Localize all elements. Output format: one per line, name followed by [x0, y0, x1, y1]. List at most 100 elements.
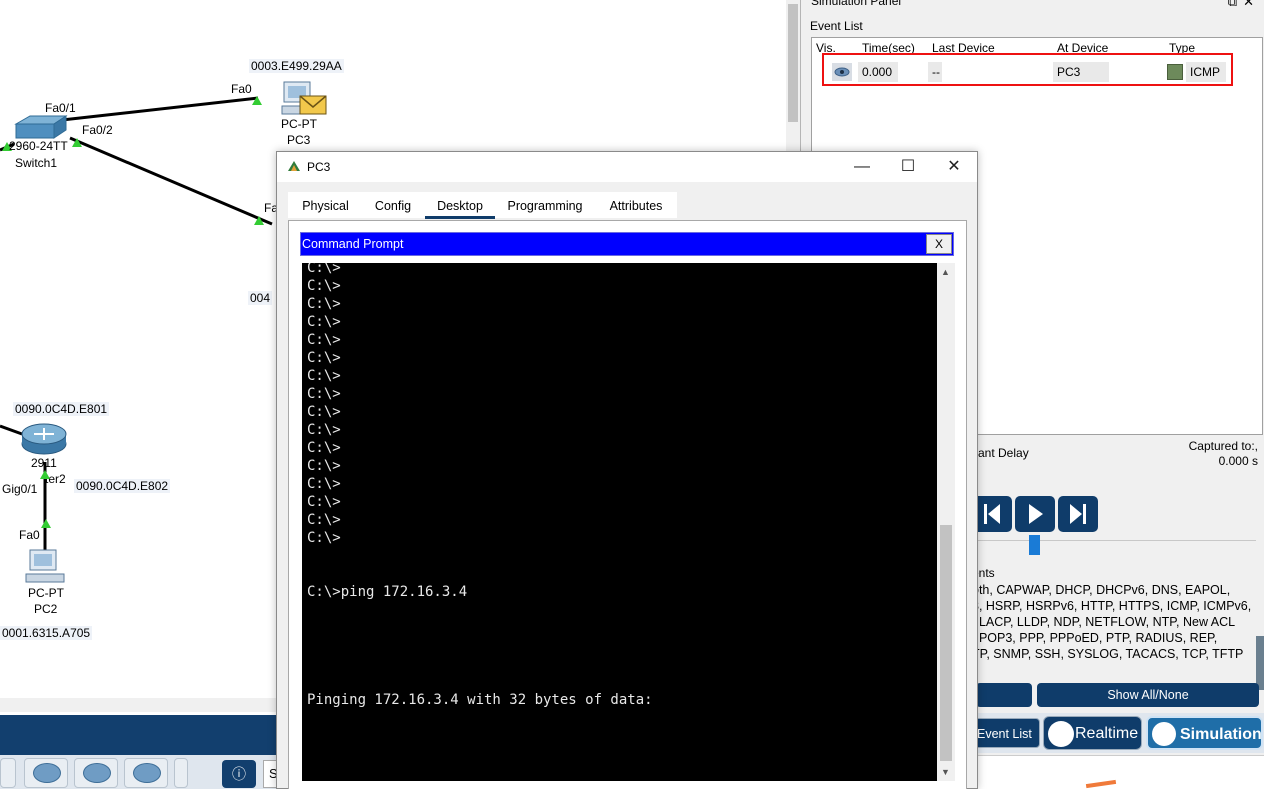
prompt-line: C:\>	[307, 440, 341, 456]
playback-speed-slider[interactable]	[976, 540, 1256, 550]
play-icon	[1029, 504, 1043, 524]
captured-to-value: 0.000 s	[1218, 454, 1258, 468]
edit-filters-button[interactable]	[976, 683, 1032, 707]
ping-output-line: Pinging 172.16.3.4 with 32 bytes of data…	[307, 692, 653, 708]
prompt-line: C:\>	[307, 476, 341, 492]
simulation-icon	[1152, 722, 1176, 746]
router-device-button[interactable]	[24, 758, 68, 788]
link-status-dot	[40, 470, 50, 479]
desktop-tab-content: Command Prompt X C:\> C:\> C:\> C:\> C:\> C:\…	[288, 220, 967, 789]
filter-protocol-list: TP, SNMP, SSH, SYSLOG, TACACS, TCP, TFTP	[972, 647, 1244, 661]
pc3-port-label: Fa0	[231, 82, 252, 96]
prompt-line: C:\>	[307, 422, 341, 438]
close-icon[interactable]: ✕	[1243, 0, 1260, 9]
user-created-pdu-area	[975, 755, 1264, 789]
packet-tracer-app: Fa0/1 Fa0/2 2960-24TT Switch1 0003.E499.…	[0, 0, 1264, 789]
prompt-line: C:\>	[307, 314, 341, 330]
command-prompt-close-button[interactable]: X	[926, 234, 952, 254]
panel-window-controls[interactable]: ⧉✕	[1228, 0, 1260, 10]
router-port-label: Gig0/1	[2, 482, 38, 496]
filter-scrollbar[interactable]	[1256, 636, 1264, 690]
pc3-device-window: PC3 — ☐ ✕ Physical Config Desktop Progra…	[276, 151, 978, 789]
clock-icon	[1048, 721, 1074, 747]
prompt-line: C:\>	[307, 332, 341, 348]
maximize-icon[interactable]: ☐	[885, 154, 931, 180]
pc3-type-label: PC-PT	[281, 117, 317, 131]
simulation-label: Simulation	[1180, 726, 1262, 743]
router-mac-label: 0090.0C4D.E801	[13, 402, 110, 416]
ping-command-line: C:\>ping 172.16.3.4	[307, 584, 468, 600]
switch-icon[interactable]	[12, 114, 68, 142]
captured-to-label: Captured to:, 0.000 s	[1189, 439, 1258, 469]
prompt-line: C:\>	[307, 263, 341, 276]
back-button[interactable]	[972, 496, 1012, 532]
link-status-dot	[72, 138, 82, 147]
router-device-button[interactable]	[0, 758, 16, 788]
console-output: C:\> C:\> C:\> C:\> C:\> C:\> C:\> C:\> C:\> C:\>…	[307, 263, 653, 745]
pc2-type-label: PC-PT	[28, 586, 64, 600]
scrollbar-thumb[interactable]	[940, 525, 952, 761]
minimize-icon[interactable]: —	[839, 154, 885, 180]
tab-desktop[interactable]: Desktop	[425, 192, 495, 218]
active-tab-indicator	[425, 216, 495, 219]
filter-protocol-list: 3, HSRP, HSRPv6, HTTP, HTTPS, ICMP, ICMP…	[972, 599, 1252, 613]
switch-name-label: Switch1	[15, 156, 58, 170]
event-row-highlight	[822, 53, 1233, 86]
simulation-mode-button[interactable]: Simulation	[1146, 716, 1263, 750]
command-prompt-title: Command Prompt	[302, 237, 404, 251]
filter-protocol-list: , POP3, PPP, PPPoED, PTP, RADIUS, REP,	[972, 631, 1218, 645]
switch-port-label: Fa0/2	[82, 123, 113, 137]
command-prompt-console[interactable]: C:\> C:\> C:\> C:\> C:\> C:\> C:\> C:\> C:\> C:\>…	[302, 263, 938, 781]
pc-icon[interactable]	[280, 80, 330, 118]
switch-model-label: 2960-24TT	[9, 139, 68, 153]
captured-to-text: Captured to:,	[1188, 439, 1258, 453]
prompt-line: C:\>	[307, 386, 341, 402]
show-all-none-button[interactable]: Show All/None	[1037, 683, 1259, 707]
router-device-button[interactable]	[74, 758, 118, 788]
pc2-port-label: Fa0	[19, 528, 40, 542]
router-model-label: 2911	[31, 456, 57, 470]
prompt-lines: C:\> C:\> C:\> C:\> C:\> C:\> C:\> C:\> C:\> C:\>…	[307, 263, 653, 547]
router-icon	[33, 763, 61, 783]
router-icon	[83, 763, 111, 783]
window-title: PC3	[307, 160, 331, 174]
router-device-button[interactable]	[174, 758, 188, 788]
pc2-name-label: PC2	[34, 602, 58, 616]
realtime-mode-button[interactable]: Realtime	[1043, 716, 1142, 750]
device-category-bar	[0, 715, 276, 755]
event-list-button[interactable]: Event List	[974, 718, 1040, 748]
info-icon[interactable]: ⓘ	[222, 760, 256, 788]
playback-speed-thumb[interactable]	[1029, 535, 1040, 555]
prompt-line: C:\>	[307, 296, 341, 312]
prompt-line: C:\>	[307, 458, 341, 474]
tab-physical[interactable]: Physical	[288, 192, 363, 218]
router-icon[interactable]	[20, 422, 68, 458]
skip-back-icon	[984, 504, 1000, 524]
hidden-node-mac-label: 004	[248, 291, 273, 305]
simulation-panel-title: Simulation Panel	[811, 0, 902, 8]
forward-button[interactable]	[1058, 496, 1098, 532]
router-icon	[133, 763, 161, 783]
play-button[interactable]	[1015, 496, 1055, 532]
link-status-dot	[252, 96, 262, 105]
router-mac-label-2: 0090.0C4D.E802	[74, 479, 171, 493]
switch-port-label: Fa0/1	[45, 101, 76, 115]
pc3-name-label: PC3	[287, 133, 311, 147]
prompt-line: C:\>	[307, 278, 341, 294]
tab-config[interactable]: Config	[363, 192, 423, 218]
scroll-down-icon[interactable]: ▼	[941, 767, 950, 777]
router-device-button[interactable]	[124, 758, 168, 788]
scrollbar-thumb[interactable]	[788, 4, 798, 122]
prompt-line: C:\>	[307, 404, 341, 420]
console-scrollbar[interactable]: ▲ ▼	[937, 263, 955, 781]
link-status-dot	[254, 216, 264, 225]
undock-icon[interactable]: ⧉	[1228, 0, 1243, 9]
scroll-up-icon[interactable]: ▲	[941, 267, 950, 277]
pc-icon[interactable]	[24, 548, 70, 584]
tab-programming[interactable]: Programming	[495, 192, 595, 218]
window-titlebar[interactable]: PC3 — ☐ ✕	[277, 152, 977, 182]
close-icon[interactable]: ✕	[931, 154, 977, 180]
filter-protocol-list: oth, CAPWAP, DHCP, DHCPv6, DNS, EAPOL,	[972, 583, 1231, 597]
tab-attributes[interactable]: Attributes	[595, 192, 677, 218]
